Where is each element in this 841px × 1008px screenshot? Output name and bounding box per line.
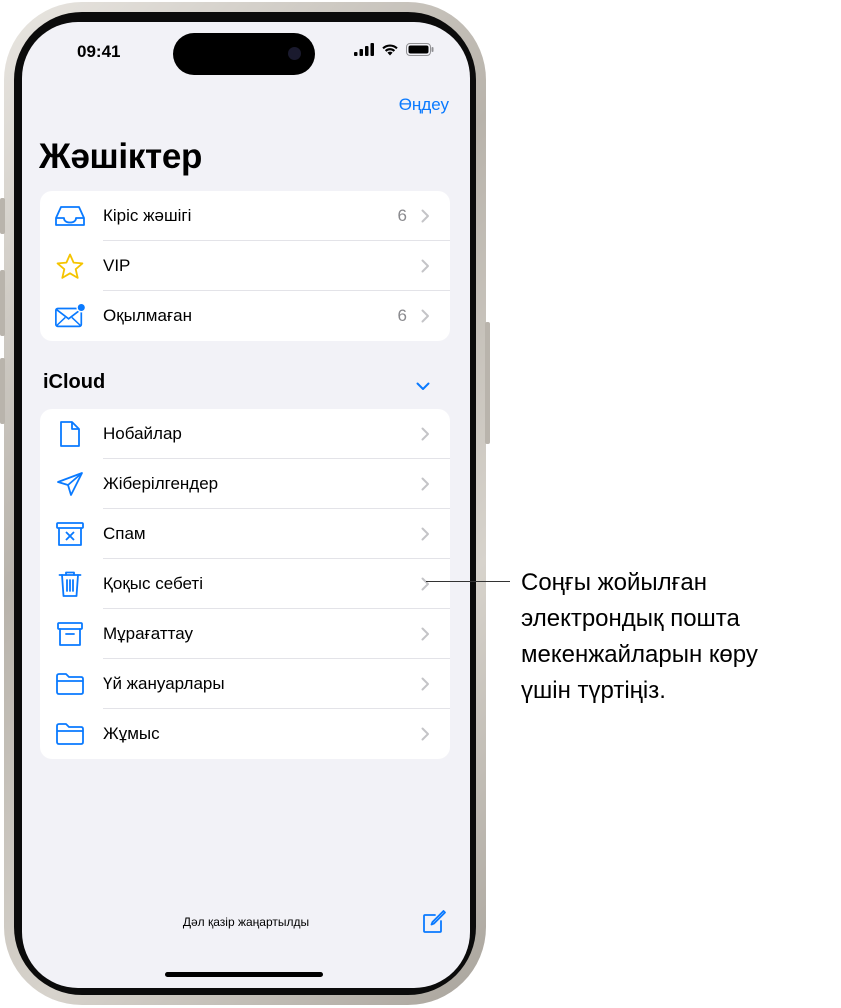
page-title: Жәшіктер xyxy=(39,137,203,176)
folder-icon xyxy=(54,720,86,748)
chevron-right-icon xyxy=(421,627,430,646)
callout-text: Соңғы жойылған электрондық пошта мекенжа… xyxy=(521,565,841,709)
callout-line-2: электрондық пошта xyxy=(521,605,740,632)
trash-icon xyxy=(54,570,86,598)
mailbox-row-work[interactable]: Жұмыс xyxy=(40,709,450,759)
mailbox-label: Жұмыс xyxy=(103,724,160,743)
phone-screen: 09:41 Өңдеу Жәшіктер Кіріс жәшігі 6 VIP … xyxy=(22,22,470,988)
callout-line-3: мекенжайларын көру xyxy=(521,641,758,668)
wifi-icon xyxy=(382,44,398,56)
unread-count: 6 xyxy=(397,206,407,225)
mailbox-row-drafts[interactable]: Нобайлар xyxy=(40,409,450,459)
mailbox-label: Үй жануарлары xyxy=(103,674,225,693)
mailbox-label: VIP xyxy=(103,256,131,275)
status-time: 09:41 xyxy=(77,42,121,61)
mailbox-row-junk[interactable]: Спам xyxy=(40,509,450,559)
folder-icon xyxy=(54,670,86,698)
icloud-mailbox-group: Нобайлар Жіберілгендер Спам Қоқыс себеті… xyxy=(40,409,450,759)
mailbox-row-sent[interactable]: Жіберілгендер xyxy=(40,459,450,509)
volume-down-button xyxy=(0,358,5,424)
edit-button[interactable]: Өңдеу xyxy=(399,95,449,115)
unread-count: 6 xyxy=(397,306,407,325)
mailbox-label: Оқылмаған xyxy=(103,306,192,325)
mailbox-row-inbox[interactable]: Кіріс жәшігі 6 xyxy=(40,191,450,241)
chevron-right-icon xyxy=(421,527,430,546)
battery-icon xyxy=(406,43,434,56)
archive-box-icon xyxy=(54,620,86,648)
chevron-right-icon xyxy=(421,259,430,278)
status-icons xyxy=(354,43,434,56)
dynamic-island xyxy=(173,33,315,75)
volume-up-button xyxy=(0,270,5,336)
chevron-right-icon xyxy=(421,209,430,228)
action-button xyxy=(0,198,5,234)
mailbox-group: Кіріс жәшігі 6 VIP Оқылмаған 6 xyxy=(40,191,450,341)
mailbox-row-pets[interactable]: Үй жануарлары xyxy=(40,659,450,709)
power-button xyxy=(485,322,490,444)
front-camera xyxy=(288,47,301,60)
mailbox-label: Кіріс жәшігі xyxy=(103,206,192,225)
chevron-right-icon xyxy=(421,677,430,696)
update-status: Дәл қазір жаңартылды xyxy=(182,915,310,929)
junk-box-icon xyxy=(54,520,86,548)
cellular-signal-icon xyxy=(354,43,374,56)
chevron-right-icon xyxy=(421,477,430,496)
mailbox-label: Қоқыс себеті xyxy=(103,574,203,593)
mailbox-label: Жіберілгендер xyxy=(103,474,219,493)
mailbox-label: Спам xyxy=(103,524,146,543)
mailbox-label: Мұрағаттау xyxy=(103,624,193,643)
home-indicator xyxy=(165,972,323,977)
chevron-right-icon xyxy=(421,427,430,446)
callout-leader-line xyxy=(426,581,510,582)
chevron-right-icon xyxy=(421,577,430,596)
inbox-tray-icon xyxy=(54,202,86,230)
mailbox-row-unread[interactable]: Оқылмаған 6 xyxy=(40,291,450,341)
draft-document-icon xyxy=(54,420,86,448)
callout-line-4: үшін түртіңіз. xyxy=(521,677,666,704)
mailbox-row-vip[interactable]: VIP xyxy=(40,241,450,291)
mailbox-row-archive[interactable]: Мұрағаттау xyxy=(40,609,450,659)
icloud-section-title: iCloud xyxy=(43,371,106,393)
star-icon xyxy=(54,252,86,280)
callout-line-1: Соңғы жойылған xyxy=(521,569,708,596)
chevron-right-icon xyxy=(421,727,430,746)
chevron-right-icon xyxy=(421,309,430,328)
mailbox-row-trash[interactable]: Қоқыс себеті xyxy=(40,559,450,609)
chevron-down-icon[interactable] xyxy=(416,378,430,396)
compose-icon[interactable] xyxy=(422,909,447,939)
mailbox-label: Нобайлар xyxy=(103,424,182,443)
paper-plane-icon xyxy=(54,470,86,498)
envelope-unread-icon xyxy=(54,302,86,330)
